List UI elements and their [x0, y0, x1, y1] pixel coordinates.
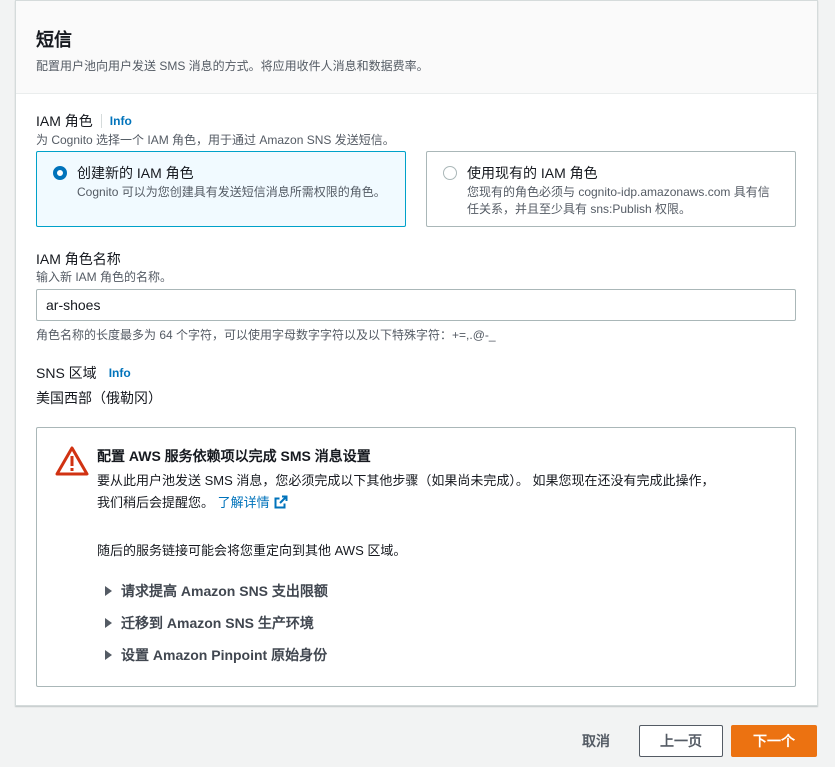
iam-role-info-link[interactable]: Info: [110, 114, 132, 128]
sms-settings-panel: 短信 配置用户池向用户发送 SMS 消息的方式。将应用收件人消息和数据费率。 I…: [15, 0, 818, 706]
caret-right-icon: [105, 618, 112, 628]
use-existing-role-tile[interactable]: 使用现有的 IAM 角色 您现有的角色必须与 cognito-idp.amazo…: [426, 151, 796, 227]
role-name-label-row: IAM 角色名称: [36, 249, 121, 269]
caret-right-icon: [105, 650, 112, 660]
create-new-role-radio[interactable]: [53, 166, 67, 180]
expand-pinpoint-origination-label: 设置 Amazon Pinpoint 原始身份: [121, 647, 328, 663]
sns-region-label-row: SNS 区域 Info: [36, 363, 131, 383]
previous-button[interactable]: 上一页: [639, 725, 723, 757]
role-name-constraint: 角色名称的长度最多为 64 个字符，可以使用字母数字字符以及以下特殊字符：+=,…: [36, 328, 496, 342]
learn-more-link[interactable]: 了解详情: [218, 495, 288, 510]
iam-role-label-row: IAM 角色 Info: [36, 111, 132, 131]
dependencies-alert: 配置 AWS 服务依赖项以完成 SMS 消息设置 要从此用户池发送 SMS 消息…: [36, 427, 796, 687]
role-name-input[interactable]: [36, 289, 796, 321]
expand-sns-production[interactable]: 迁移到 Amazon SNS 生产环境: [105, 613, 314, 633]
page-title: 短信: [36, 30, 72, 50]
cancel-button[interactable]: 取消: [568, 725, 624, 757]
divider: [100, 114, 102, 128]
sns-region-label: SNS 区域: [36, 365, 97, 381]
expand-sns-spend-limit[interactable]: 请求提高 Amazon SNS 支出限额: [105, 581, 328, 601]
caret-right-icon: [105, 586, 112, 596]
alert-text-line2: 我们稍后会提醒您。: [97, 495, 215, 510]
warning-triangle-icon: [55, 446, 89, 476]
learn-more-label: 了解详情: [217, 495, 270, 510]
create-new-role-description: Cognito 可以为您创建具有发送短信消息所需权限的角色。: [77, 185, 386, 199]
expand-pinpoint-origination[interactable]: 设置 Amazon Pinpoint 原始身份: [105, 645, 327, 665]
iam-role-description: 为 Cognito 选择一个 IAM 角色，用于通过 Amazon SNS 发送…: [36, 133, 395, 147]
expand-sns-spend-limit-label: 请求提高 Amazon SNS 支出限额: [121, 583, 328, 599]
alert-text: 要从此用户池发送 SMS 消息，您必须完成以下其他步骤（如果尚未完成）。 如果您…: [97, 470, 775, 514]
sns-region-info-link[interactable]: Info: [109, 366, 131, 380]
sns-region-value: 美国西部（俄勒冈）: [36, 390, 162, 406]
alert-text-line2-row: 我们稍后会提醒您。 了解详情: [97, 492, 775, 514]
panel-header: 短信 配置用户池向用户发送 SMS 消息的方式。将应用收件人消息和数据费率。: [16, 1, 817, 94]
use-existing-role-description-line2: 任关系，并且至少具有 sns:Publish 权限。: [467, 202, 692, 216]
next-button[interactable]: 下一个: [731, 725, 817, 757]
create-new-role-tile[interactable]: 创建新的 IAM 角色 Cognito 可以为您创建具有发送短信消息所需权限的角…: [36, 151, 406, 227]
role-name-description: 输入新 IAM 角色的名称。: [36, 270, 173, 284]
external-link-icon: [274, 495, 288, 509]
use-existing-role-description-line1: 您现有的角色必须与 cognito-idp.amazonaws.com 具有信: [467, 185, 770, 199]
iam-role-label: IAM 角色: [36, 113, 93, 129]
role-name-label: IAM 角色名称: [36, 251, 121, 267]
alert-text-line1: 要从此用户池发送 SMS 消息，您必须完成以下其他步骤（如果尚未完成）。 如果您…: [97, 473, 715, 488]
create-new-role-title: 创建新的 IAM 角色: [77, 165, 194, 181]
alert-redirect-note: 随后的服务链接可能会将您重定向到其他 AWS 区域。: [97, 543, 407, 558]
page-description: 配置用户池向用户发送 SMS 消息的方式。将应用收件人消息和数据费率。: [36, 59, 429, 73]
alert-title: 配置 AWS 服务依赖项以完成 SMS 消息设置: [97, 448, 371, 464]
expand-sns-production-label: 迁移到 Amazon SNS 生产环境: [121, 615, 314, 631]
use-existing-role-radio[interactable]: [443, 166, 457, 180]
use-existing-role-title: 使用现有的 IAM 角色: [467, 165, 598, 181]
